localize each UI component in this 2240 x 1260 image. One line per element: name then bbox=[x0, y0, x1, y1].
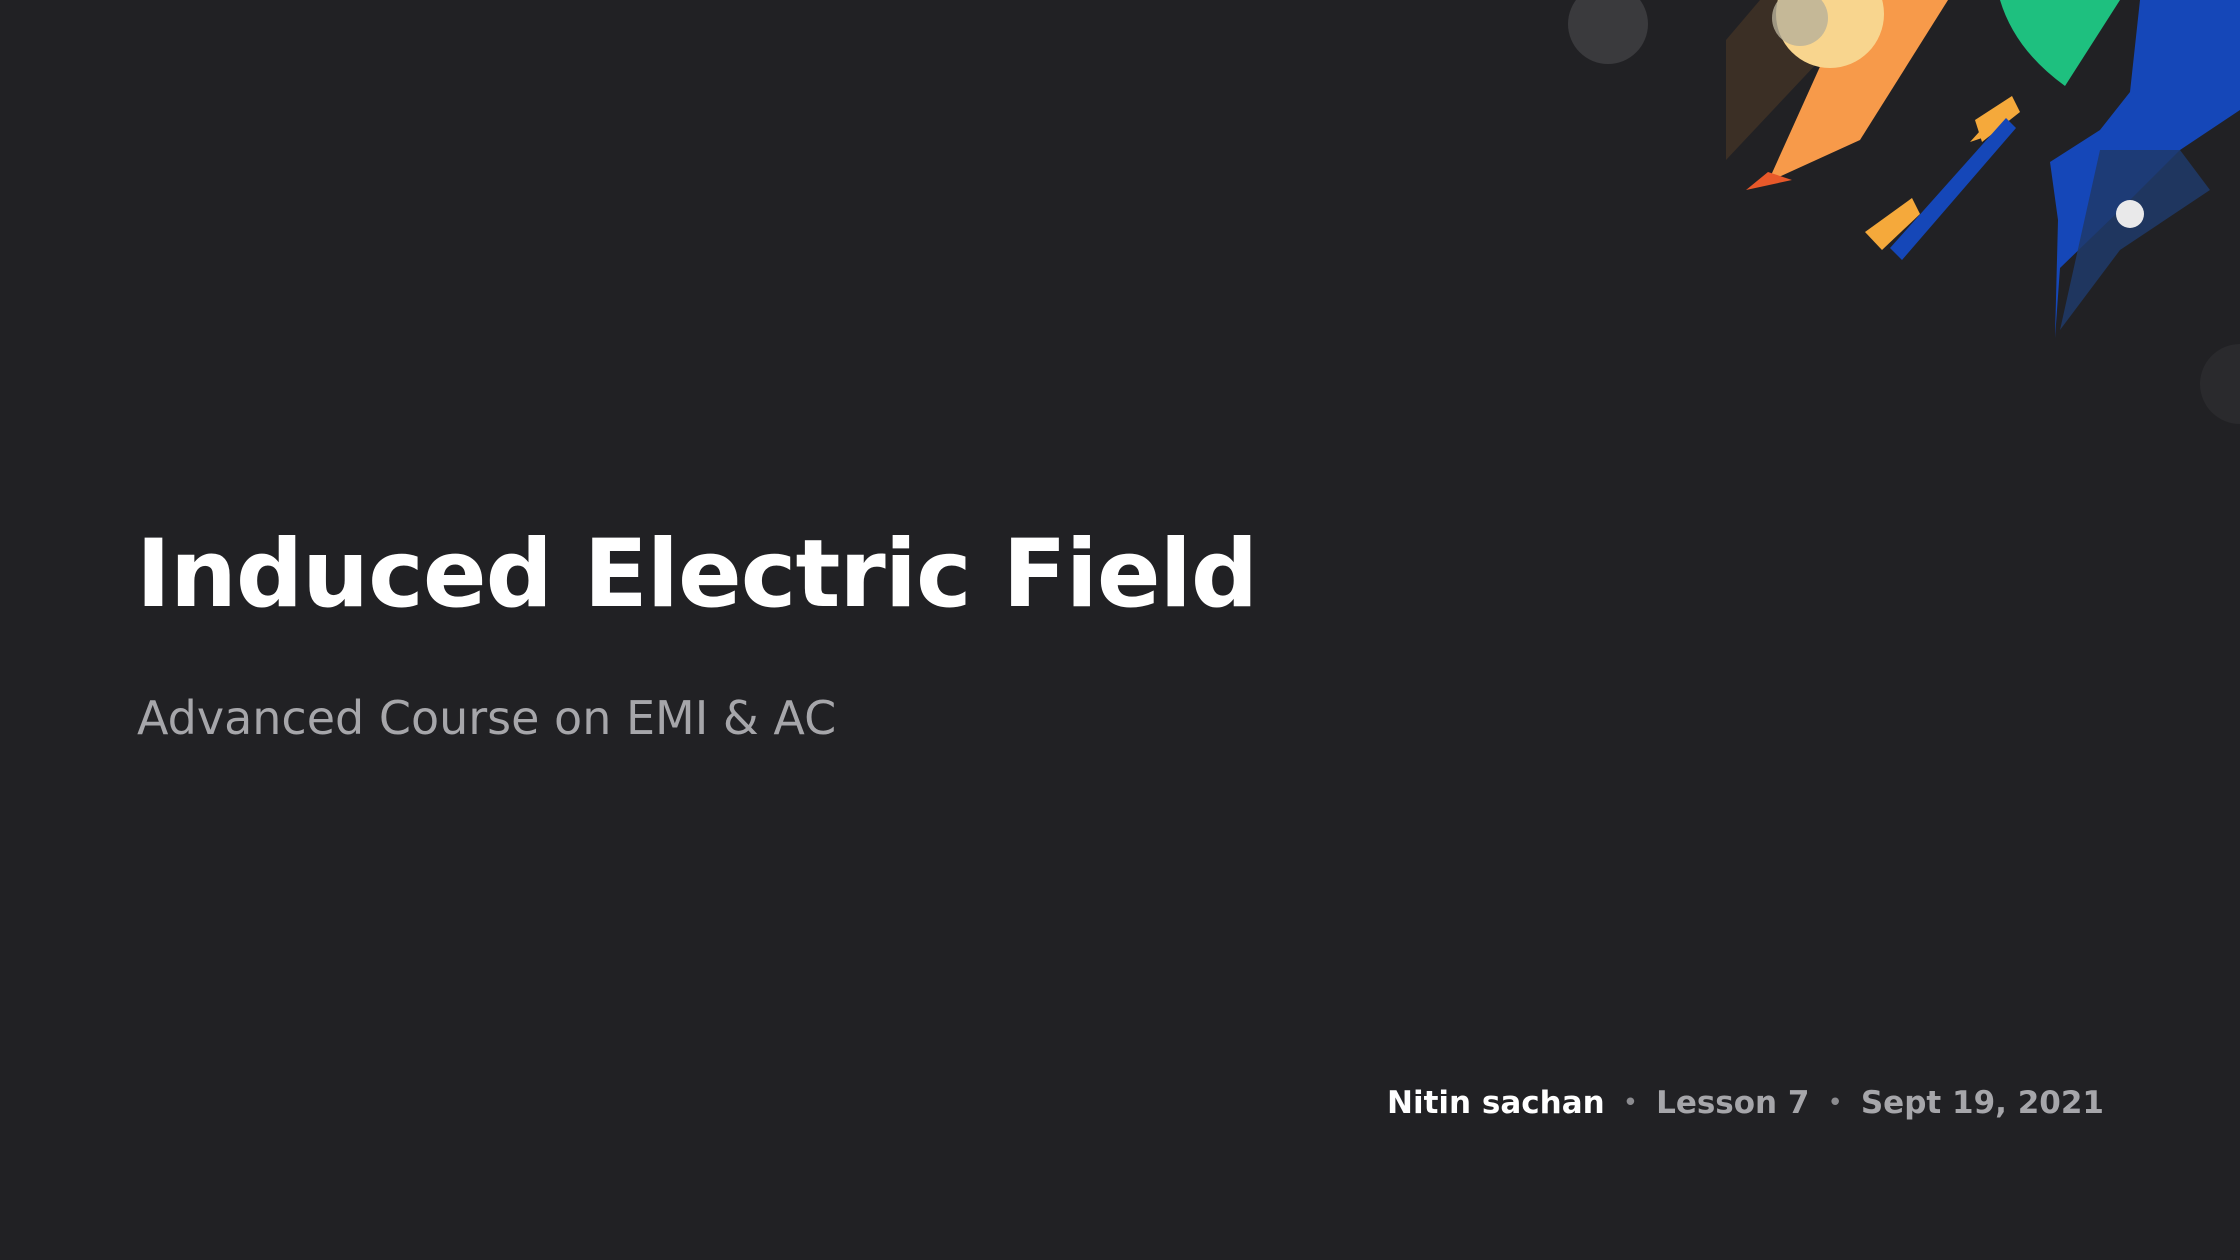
separator-dot: • bbox=[1622, 1088, 1639, 1118]
title-slide: Induced Electric Field Advanced Course o… bbox=[0, 0, 2240, 1260]
lesson-date: Sept 19, 2021 bbox=[1860, 1085, 2104, 1121]
decor-grey-circle bbox=[1568, 0, 1648, 64]
decor-green-leaf bbox=[2000, 0, 2120, 86]
lesson-number: Lesson 7 bbox=[1656, 1085, 1810, 1121]
decor-orange-tip bbox=[1746, 172, 1792, 190]
decor-blue-stick bbox=[1890, 118, 2016, 260]
slide-subtitle: Advanced Course on EMI & AC bbox=[137, 691, 837, 745]
decorative-rocket-illustration bbox=[1568, 0, 2240, 424]
slide-meta: Nitin sachan • Lesson 7 • Sept 19, 2021 bbox=[1387, 1083, 2104, 1123]
decor-white-dot bbox=[2116, 200, 2144, 228]
author-name: Nitin sachan bbox=[1387, 1085, 1605, 1121]
decor-dark-circle bbox=[2200, 344, 2240, 424]
slide-title: Induced Electric Field bbox=[136, 520, 1258, 629]
separator-dot: • bbox=[1827, 1088, 1843, 1118]
